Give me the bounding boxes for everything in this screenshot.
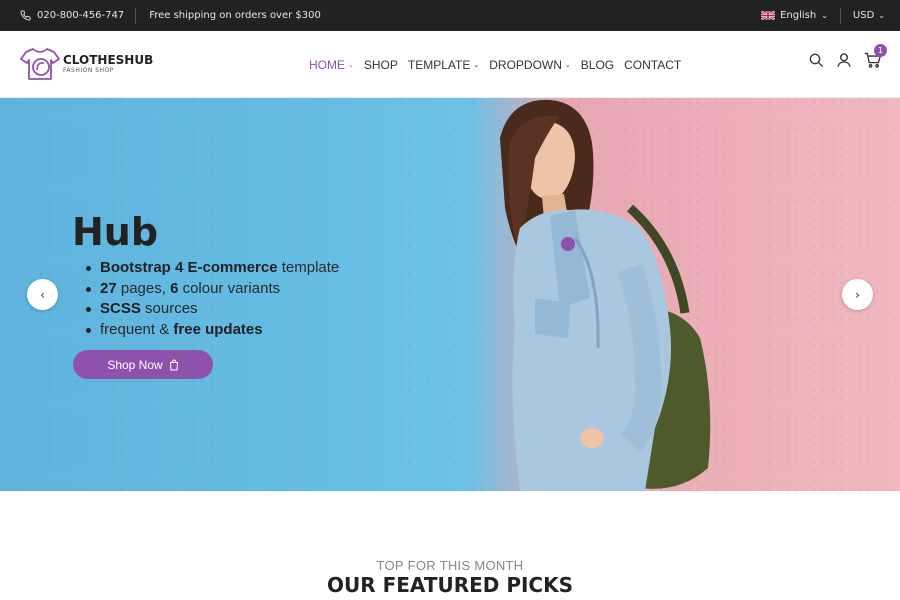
- chevron-down-icon: ⌄: [821, 11, 828, 20]
- phone-icon: [20, 10, 31, 21]
- featured-section: TOP FOR THIS MONTH OUR FEATURED PICKS: [0, 491, 900, 600]
- cart-button[interactable]: 1: [864, 44, 887, 68]
- hero-feature-item: Bootstrap 4 E-commerce template: [82, 258, 339, 279]
- nav-item-dropdown[interactable]: DROPDOWN ⌄: [489, 58, 571, 72]
- nav-label: CONTACT: [624, 57, 682, 72]
- nav-item-home[interactable]: HOME ⌄: [309, 58, 354, 72]
- nav-label: SHOP: [363, 57, 398, 72]
- chevron-right-icon: ›: [855, 287, 860, 302]
- hero-feature-item: 27 pages, 6 colour variants: [82, 279, 339, 300]
- user-icon: [837, 53, 851, 67]
- language-selector[interactable]: English ⌄: [761, 7, 841, 24]
- nav-label: DROPDOWN: [489, 57, 562, 72]
- currency-selector[interactable]: USD ⌄: [841, 10, 885, 21]
- chevron-left-icon: ‹: [40, 287, 45, 302]
- nav-label: BLOG: [580, 57, 615, 72]
- uk-flag-icon: [761, 11, 776, 20]
- main-nav: HOME ⌄ SHOP TEMPLATE ⌄ DROPDOWN ⌄ BLOG C…: [309, 31, 681, 98]
- hero-feature-list: Bootstrap 4 E-commerce template 27 pages…: [82, 258, 339, 340]
- account-button[interactable]: [836, 52, 852, 68]
- featured-heading: OUR FEATURED PICKS: [326, 573, 574, 597]
- feature-text: frequent &: [100, 320, 174, 338]
- logo[interactable]: CLOTHESHUB FASHION SHOP: [20, 46, 153, 82]
- hero-title: Hub: [72, 210, 159, 254]
- search-button[interactable]: [808, 52, 824, 68]
- chevron-down-icon: ⌄: [473, 62, 480, 69]
- feature-text: pages,: [116, 279, 171, 297]
- tshirt-logo-icon: [20, 48, 60, 80]
- featured-eyebrow: TOP FOR THIS MONTH: [376, 558, 524, 573]
- chevron-down-icon: ⌄: [878, 11, 885, 20]
- phone-contact[interactable]: 020-800-456-747: [20, 7, 137, 24]
- nav-label: HOME: [309, 57, 345, 72]
- shipping-notice: Free shipping on orders over $300: [149, 10, 321, 21]
- phone-number: 020-800-456-747: [37, 10, 125, 21]
- chevron-down-icon: ⌄: [348, 62, 354, 69]
- hero-model-image: [500, 99, 711, 491]
- feature-text: template: [277, 259, 340, 276]
- feature-text: colour variants: [178, 279, 281, 297]
- language-label: English: [780, 10, 817, 21]
- cart-count-badge: 1: [874, 44, 887, 57]
- top-bar: 020-800-456-747 Free shipping on orders …: [0, 0, 900, 31]
- nav-item-shop[interactable]: SHOP: [364, 58, 398, 72]
- slider-next-button[interactable]: ›: [842, 279, 873, 310]
- hero-feature-item: SCSS sources: [82, 299, 339, 320]
- feature-bold-text: free updates: [173, 320, 263, 338]
- nav-label: TEMPLATE: [407, 57, 471, 72]
- hero-feature-item: frequent & free updates: [82, 320, 339, 341]
- shopping-bag-icon: [169, 359, 178, 370]
- shop-now-label: Shop Now: [107, 357, 163, 372]
- nav-item-blog[interactable]: BLOG: [581, 58, 614, 72]
- nav-item-contact[interactable]: CONTACT: [624, 58, 681, 72]
- header-actions: 1: [808, 44, 887, 68]
- feature-text: sources: [140, 300, 198, 317]
- chevron-down-icon: ⌄: [564, 62, 571, 69]
- hero-slider: Hub Bootstrap 4 E-commerce template 27 p…: [0, 98, 900, 491]
- feature-bold-text: 27: [100, 279, 117, 297]
- main-header: CLOTHESHUB FASHION SHOP HOME ⌄ SHOP TEMP…: [0, 31, 900, 98]
- currency-label: USD: [852, 10, 875, 21]
- feature-bold-text: Bootstrap 4 E-commerce: [100, 259, 278, 276]
- logo-tagline: FASHION SHOP: [63, 66, 114, 74]
- feature-bold-text: SCSS: [100, 300, 141, 317]
- shop-now-button[interactable]: Shop Now: [73, 350, 213, 379]
- slider-prev-button[interactable]: ‹: [27, 279, 58, 310]
- logo-name: CLOTHESHUB: [63, 52, 154, 67]
- nav-item-template[interactable]: TEMPLATE ⌄: [408, 58, 479, 72]
- search-icon: [809, 53, 824, 68]
